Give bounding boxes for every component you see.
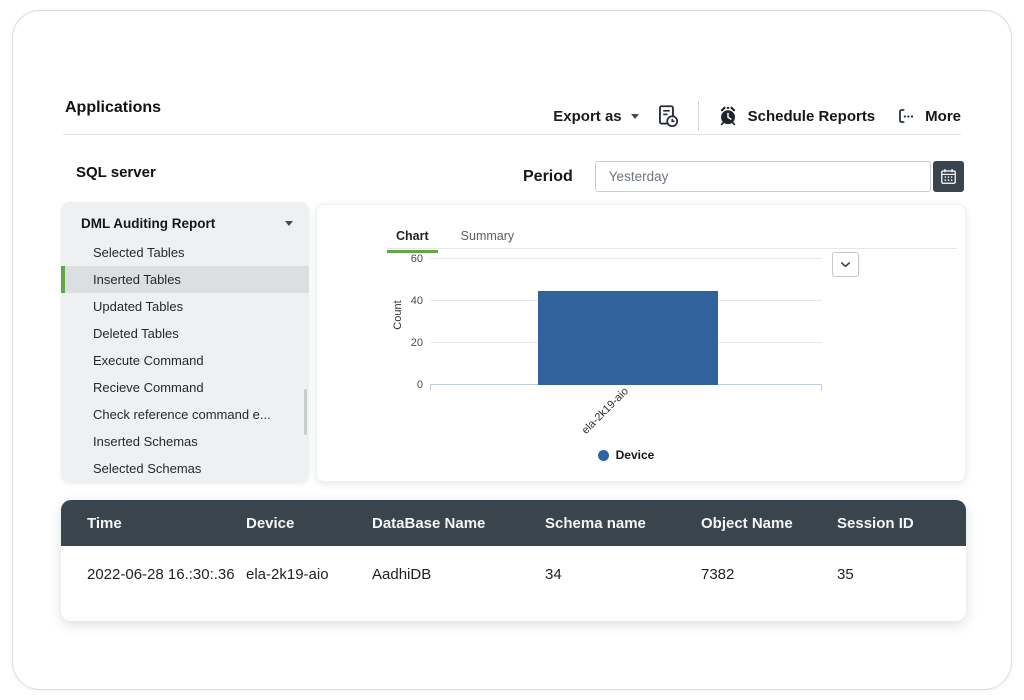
y-tick-label: 20 bbox=[410, 337, 423, 349]
chevron-down-icon bbox=[841, 262, 850, 268]
toolbar-divider bbox=[697, 101, 699, 131]
column-header-schema-name: Schema name bbox=[545, 500, 701, 546]
cell-time: 2022-06-28 16.:30:.36 bbox=[87, 566, 235, 583]
column-header-database-name: DataBase Name bbox=[372, 500, 545, 546]
sidebar-item[interactable]: Recieve Command bbox=[61, 374, 309, 401]
document-clock-icon bbox=[658, 105, 678, 128]
cell-object-name: 7382 bbox=[701, 566, 735, 583]
schedule-reports-label: Schedule Reports bbox=[747, 107, 876, 125]
cell-database-name: AadhiDB bbox=[372, 566, 432, 583]
column-header-session-id: Session ID bbox=[837, 500, 966, 546]
sidebar-scrollbar[interactable] bbox=[304, 389, 307, 435]
app-window: Applications Export as Schedule Reports … bbox=[12, 10, 1012, 690]
column-header-device: Device bbox=[246, 500, 372, 546]
app-name-label: SQL server bbox=[76, 164, 156, 181]
sidebar-group-dml-auditing-report[interactable]: DML Auditing Report bbox=[61, 207, 309, 239]
schedule-reports-button[interactable]: Schedule Reports bbox=[717, 105, 876, 127]
chart-tabs: Chart Summary bbox=[387, 225, 523, 253]
sidebar-item[interactable]: Updated Tables bbox=[61, 293, 309, 320]
results-table: Time Device DataBase Name Schema name Ob… bbox=[61, 500, 966, 621]
more-label: More bbox=[925, 107, 961, 125]
header-divider bbox=[63, 134, 961, 135]
table-header-row: Time Device DataBase Name Schema name Ob… bbox=[61, 500, 966, 546]
more-button[interactable]: More bbox=[896, 106, 961, 126]
chart-legend-device[interactable]: Device bbox=[430, 448, 822, 462]
y-tick-label: 40 bbox=[410, 295, 423, 307]
chart-gridline bbox=[430, 258, 822, 259]
tab-chart[interactable]: Chart bbox=[387, 225, 438, 253]
legend-label: Device bbox=[615, 448, 655, 462]
sidebar-item[interactable]: Check reference command e... bbox=[61, 401, 309, 428]
report-sidebar: DML Auditing Report Selected Tables Inse… bbox=[61, 202, 309, 483]
export-schedule-button[interactable] bbox=[654, 103, 680, 129]
sidebar-item[interactable]: Inserted Schemas bbox=[61, 428, 309, 455]
period-label: Period bbox=[523, 167, 573, 185]
export-as-label: Export as bbox=[553, 107, 622, 125]
y-tick-label: 60 bbox=[410, 253, 423, 265]
sidebar-item[interactable]: Selected Tables bbox=[61, 239, 309, 266]
legend-dot bbox=[597, 449, 609, 461]
cell-device: ela-2k19-aio bbox=[246, 566, 329, 583]
chart-panel: Chart Summary Count 0 20 40 60 ela-2k19-aio… bbox=[316, 204, 966, 482]
period-filter: Period bbox=[523, 161, 964, 192]
y-axis-ticks: 0 20 40 60 bbox=[387, 253, 423, 391]
caret-down-icon bbox=[630, 113, 639, 119]
x-axis-area: ela-2k19-aio bbox=[430, 385, 822, 444]
tab-summary[interactable]: Summary bbox=[452, 225, 523, 253]
results-table-card: Time Device DataBase Name Schema name Ob… bbox=[61, 500, 966, 621]
sidebar-group-label: DML Auditing Report bbox=[81, 215, 216, 231]
page-title: Applications bbox=[65, 99, 162, 116]
export-as-button[interactable]: Export as bbox=[553, 107, 639, 125]
caret-down-icon bbox=[285, 220, 293, 226]
more-panel-icon bbox=[899, 109, 914, 123]
x-tick-label: ela-2k19-aio bbox=[579, 385, 631, 437]
sidebar-item[interactable]: Execute Command bbox=[61, 347, 309, 374]
table-row: 2022-06-28 16.:30:.36 ela-2k19-aio Aadhi… bbox=[61, 546, 966, 621]
sidebar-item[interactable]: Deleted Tables bbox=[61, 320, 309, 347]
chart-bar-ela-2k19-aio[interactable] bbox=[538, 290, 718, 385]
chart-plot bbox=[430, 258, 822, 390]
period-input[interactable] bbox=[594, 161, 931, 192]
y-tick-label: 0 bbox=[416, 379, 423, 391]
alarm-clock-icon bbox=[720, 106, 735, 126]
column-header-time: Time bbox=[61, 500, 246, 546]
cell-session-id: 35 bbox=[837, 566, 854, 583]
sidebar-item[interactable]: Selected Schemas bbox=[61, 455, 309, 482]
cell-schema-name: 34 bbox=[545, 566, 562, 583]
column-header-object-name: Object Name bbox=[701, 500, 837, 546]
toolbar: Export as Schedule Reports More bbox=[553, 99, 961, 133]
calendar-button[interactable] bbox=[932, 161, 964, 192]
sidebar-item[interactable]: Inserted Tables bbox=[61, 266, 309, 293]
calendar-icon bbox=[940, 169, 956, 184]
chart-options-dropdown-button[interactable] bbox=[832, 252, 859, 277]
